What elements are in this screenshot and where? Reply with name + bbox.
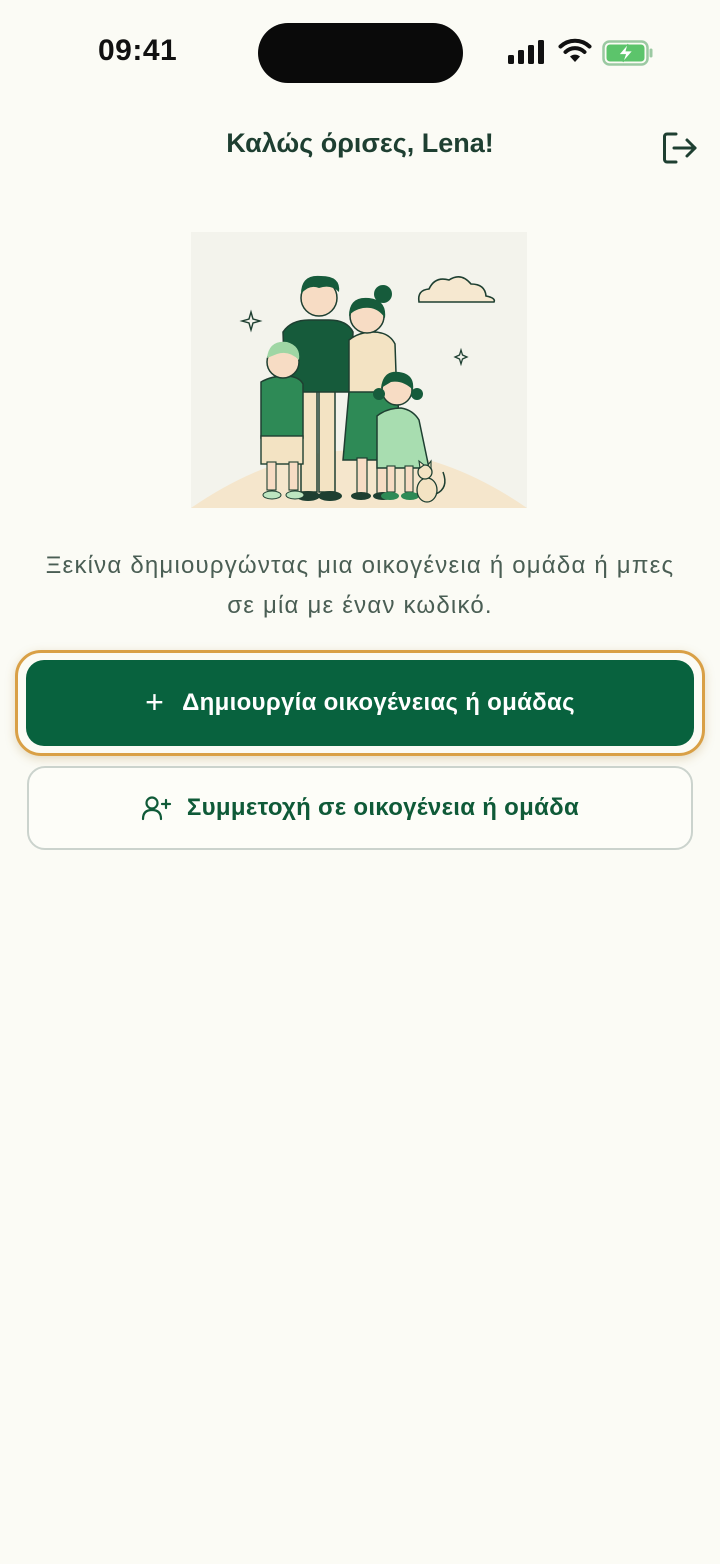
create-group-button[interactable]: + Δημιουργία οικογένειας ή ομάδας <box>26 660 694 746</box>
dynamic-island <box>258 23 463 83</box>
status-icons <box>508 38 658 68</box>
join-group-button[interactable]: Συμμετοχή σε οικογένεια ή ομάδα <box>27 766 693 850</box>
join-group-label: Συμμετοχή σε οικογένεια ή ομάδα <box>186 794 580 821</box>
battery-charging-icon <box>602 40 653 66</box>
signal-icon <box>508 40 544 64</box>
logout-button[interactable] <box>658 126 702 170</box>
intro-text: Ξεκίνα δημιουργώντας μια οικογένεια ή ομ… <box>45 552 675 619</box>
logout-icon <box>663 132 697 164</box>
page-title: Καλώς όρισες, Lena! <box>226 128 494 158</box>
create-group-label: Δημιουργία οικογένειας ή ομάδας <box>182 689 575 716</box>
status-time: 09:41 <box>98 34 178 67</box>
family-illustration <box>191 232 527 508</box>
wifi-icon <box>558 38 592 62</box>
status-bar: 09:41 <box>0 0 720 100</box>
user-plus-icon <box>141 795 173 821</box>
plus-icon: + <box>145 683 165 720</box>
